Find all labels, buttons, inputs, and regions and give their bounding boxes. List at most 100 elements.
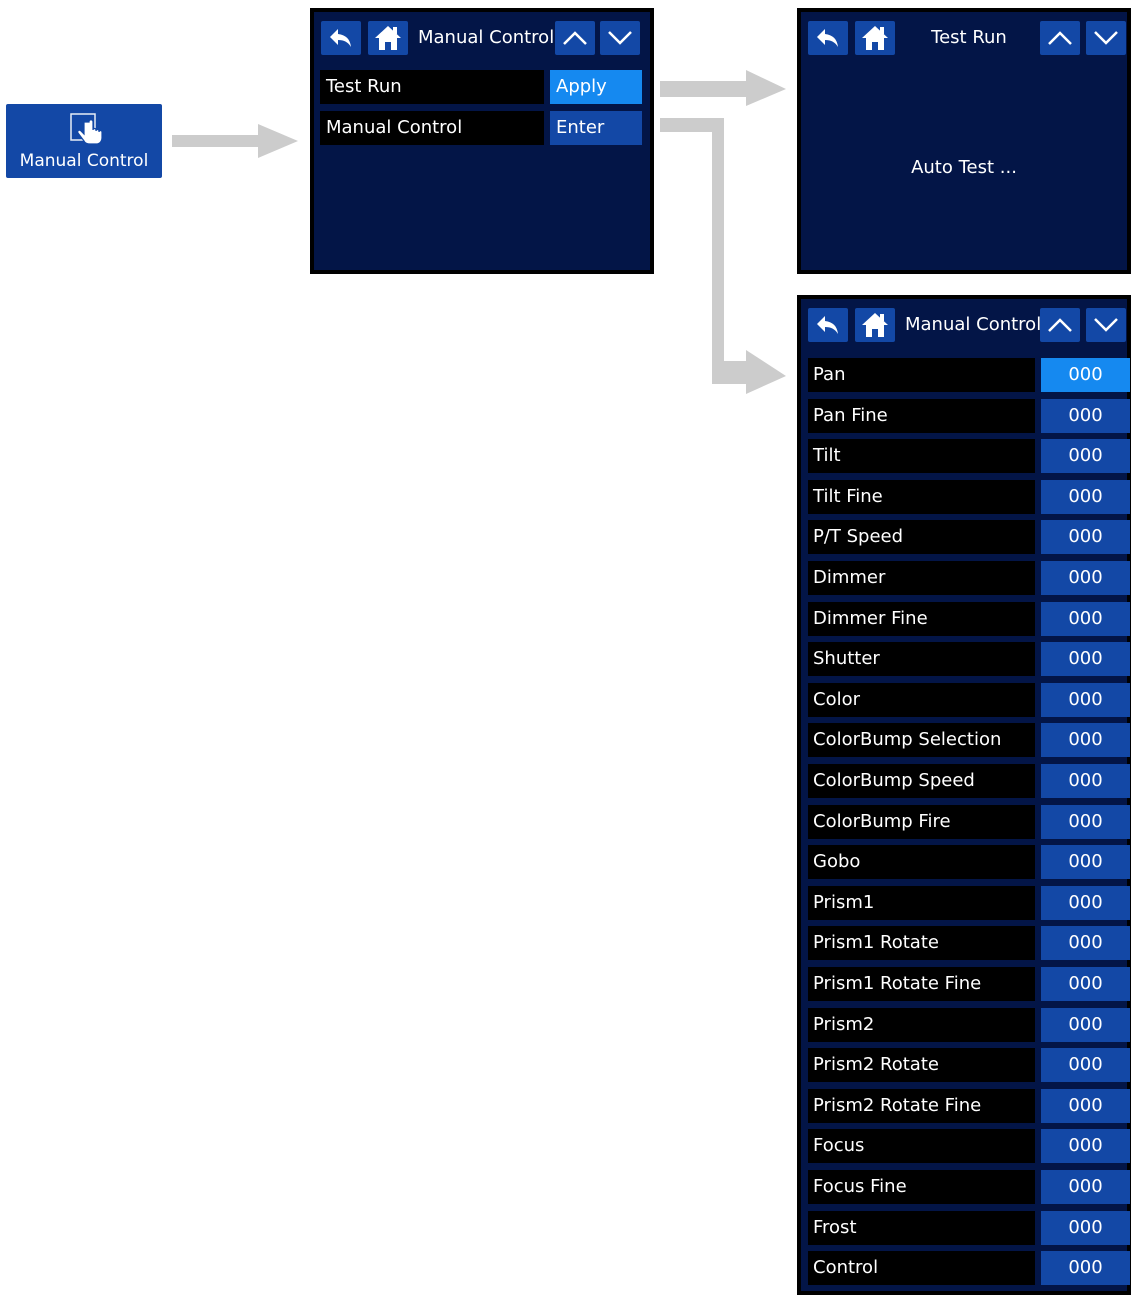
chevron-up-icon bbox=[1048, 31, 1072, 45]
list-item: Prism2 Rotate 000 bbox=[804, 1048, 1130, 1084]
home-icon bbox=[862, 313, 888, 337]
manual-control-title: Manual Control bbox=[905, 314, 1042, 335]
list-item: Prism2 000 bbox=[804, 1008, 1130, 1044]
flow-arrow-2 bbox=[660, 70, 786, 106]
channel-value-field[interactable]: 000 bbox=[1041, 520, 1130, 554]
channel-label: Pan Fine bbox=[808, 399, 1035, 433]
scroll-up-button[interactable] bbox=[1040, 21, 1080, 55]
channel-label: Prism1 Rotate bbox=[808, 926, 1035, 960]
channel-label: Frost bbox=[808, 1211, 1035, 1245]
list-item: Pan 000 bbox=[804, 358, 1130, 394]
menu-screen: Manual Control Test Run Apply Manual Con… bbox=[310, 8, 654, 274]
home-icon bbox=[862, 26, 888, 50]
menu-row-manual-control-label: Manual Control bbox=[320, 111, 544, 145]
channel-label: Color bbox=[808, 683, 1035, 717]
channel-label: P/T Speed bbox=[808, 520, 1035, 554]
list-item: Tilt Fine 000 bbox=[804, 480, 1130, 516]
channel-value-field[interactable]: 000 bbox=[1041, 642, 1130, 676]
back-button[interactable] bbox=[808, 21, 848, 55]
list-item: Dimmer Fine 000 bbox=[804, 602, 1130, 638]
list-item: Prism2 Rotate Fine 000 bbox=[804, 1089, 1130, 1125]
list-item: P/T Speed 000 bbox=[804, 520, 1130, 556]
list-item: Dimmer 000 bbox=[804, 561, 1130, 597]
channel-label: Prism2 Rotate Fine bbox=[808, 1089, 1035, 1123]
touch-hand-icon bbox=[70, 113, 103, 145]
chevron-down-icon bbox=[608, 31, 632, 45]
list-item: Frost 000 bbox=[804, 1211, 1130, 1247]
channel-label: Control bbox=[808, 1251, 1035, 1285]
channel-value-field[interactable]: 000 bbox=[1041, 683, 1130, 717]
manual-control-tile[interactable]: Manual Control bbox=[6, 104, 162, 178]
enter-button[interactable]: Enter bbox=[550, 111, 642, 145]
channel-label: Dimmer Fine bbox=[808, 602, 1035, 636]
list-item: ColorBump Fire 000 bbox=[804, 805, 1130, 841]
channel-value-field[interactable]: 000 bbox=[1041, 358, 1130, 392]
channel-label: Tilt Fine bbox=[808, 480, 1035, 514]
channel-value-field[interactable]: 000 bbox=[1041, 1089, 1130, 1123]
menu-row-test-run-label: Test Run bbox=[320, 70, 544, 104]
flow-arrow-1 bbox=[172, 124, 298, 158]
chevron-up-icon bbox=[563, 31, 587, 45]
channel-value-field[interactable]: 000 bbox=[1041, 561, 1130, 595]
list-item: Color 000 bbox=[804, 683, 1130, 719]
back-arrow-icon bbox=[330, 29, 351, 47]
channel-value-field[interactable]: 000 bbox=[1041, 886, 1130, 920]
scroll-up-button[interactable] bbox=[1040, 308, 1080, 342]
tile-label: Manual Control bbox=[19, 151, 149, 171]
channel-label: Prism2 Rotate bbox=[808, 1048, 1035, 1082]
list-item: Shutter 000 bbox=[804, 642, 1130, 678]
channel-label: Dimmer bbox=[808, 561, 1035, 595]
home-button[interactable] bbox=[855, 21, 895, 55]
channel-label: Tilt bbox=[808, 439, 1035, 473]
test-run-title: Test Run bbox=[931, 27, 1007, 48]
channel-value-field[interactable]: 000 bbox=[1041, 926, 1130, 960]
scroll-down-button[interactable] bbox=[1086, 21, 1126, 55]
channel-value-field[interactable]: 000 bbox=[1041, 1211, 1130, 1245]
channel-label: Focus Fine bbox=[808, 1170, 1035, 1204]
channel-label: Pan bbox=[808, 358, 1035, 392]
channel-value-field[interactable]: 000 bbox=[1041, 845, 1130, 879]
channel-value-field[interactable]: 000 bbox=[1041, 480, 1130, 514]
channel-value-field[interactable]: 000 bbox=[1041, 805, 1130, 839]
list-item: Pan Fine 000 bbox=[804, 399, 1130, 435]
channel-value-field[interactable]: 000 bbox=[1041, 967, 1130, 1001]
list-item: Gobo 000 bbox=[804, 845, 1130, 881]
chevron-up-icon bbox=[1048, 318, 1072, 332]
channel-label: Shutter bbox=[808, 642, 1035, 676]
list-item: ColorBump Selection 000 bbox=[804, 723, 1130, 759]
back-button[interactable] bbox=[321, 21, 361, 55]
channel-label: ColorBump Selection bbox=[808, 723, 1035, 757]
list-item: Control 000 bbox=[804, 1251, 1130, 1287]
home-button[interactable] bbox=[855, 308, 895, 342]
list-item: ColorBump Speed 000 bbox=[804, 764, 1130, 800]
channel-value-field[interactable]: 000 bbox=[1041, 1251, 1130, 1285]
menu-title: Manual Control bbox=[418, 27, 555, 48]
channel-value-field[interactable]: 000 bbox=[1041, 1170, 1130, 1204]
channel-value-field[interactable]: 000 bbox=[1041, 439, 1130, 473]
channel-value-field[interactable]: 000 bbox=[1041, 764, 1130, 798]
channel-value-field[interactable]: 000 bbox=[1041, 723, 1130, 757]
list-item: Prism1 Rotate Fine 000 bbox=[804, 967, 1130, 1003]
chevron-down-icon bbox=[1094, 31, 1118, 45]
channel-value-field[interactable]: 000 bbox=[1041, 1048, 1130, 1082]
back-button[interactable] bbox=[808, 308, 848, 342]
list-item: Focus 000 bbox=[804, 1129, 1130, 1165]
list-item: Tilt 000 bbox=[804, 439, 1130, 475]
scroll-down-button[interactable] bbox=[600, 21, 640, 55]
channel-value-field[interactable]: 000 bbox=[1041, 1129, 1130, 1163]
channel-value-field[interactable]: 000 bbox=[1041, 399, 1130, 433]
list-item: Prism1 Rotate 000 bbox=[804, 926, 1130, 962]
scroll-down-button[interactable] bbox=[1086, 308, 1126, 342]
home-button[interactable] bbox=[368, 21, 408, 55]
channel-label: Focus bbox=[808, 1129, 1035, 1163]
channel-value-field[interactable]: 000 bbox=[1041, 602, 1130, 636]
chevron-down-icon bbox=[1094, 318, 1118, 332]
test-run-screen: Test Run Auto Test ... bbox=[797, 8, 1131, 274]
flow-arrow-3 bbox=[660, 118, 786, 394]
list-item: Prism1 000 bbox=[804, 886, 1130, 922]
apply-button[interactable]: Apply bbox=[550, 70, 642, 104]
back-arrow-icon bbox=[817, 316, 838, 334]
scroll-up-button[interactable] bbox=[555, 21, 595, 55]
channel-value-field[interactable]: 000 bbox=[1041, 1008, 1130, 1042]
auto-test-message: Auto Test ... bbox=[911, 157, 1017, 178]
